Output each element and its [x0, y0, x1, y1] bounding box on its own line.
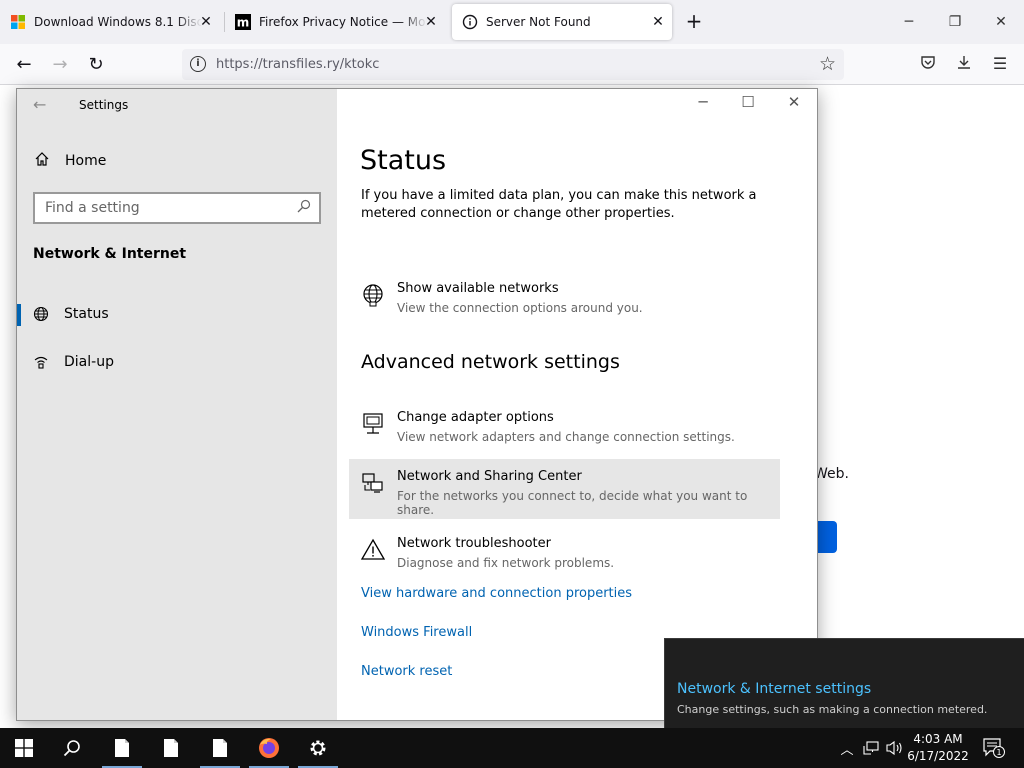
navigation-toolbar: ← → ↻ i https://transfiles.ry/ktokc ☆ ☰: [0, 44, 1024, 85]
forward-arrow-icon[interactable]: →: [49, 54, 71, 76]
close-icon[interactable]: ✕: [784, 93, 804, 111]
search-icon[interactable]: [297, 199, 311, 217]
network-sharing-center[interactable]: Network and Sharing Center For the netwo…: [349, 459, 780, 519]
row-title: Show available networks: [397, 281, 559, 296]
show-available-networks[interactable]: Show available networks View the connect…: [349, 271, 780, 331]
sidebar-item-status[interactable]: Status: [17, 294, 337, 334]
pocket-icon[interactable]: [918, 54, 938, 74]
settings-gear-icon[interactable]: [294, 728, 342, 768]
firefox-icon[interactable]: [245, 728, 293, 768]
clock-date: 6/17/2022: [907, 749, 969, 763]
bookmark-star-icon[interactable]: ☆: [819, 53, 836, 75]
settings-sidebar: ← Settings Home Find a setting Network &…: [17, 89, 337, 720]
tab-server-not-found[interactable]: Server Not Found ✕: [452, 4, 672, 40]
site-info-icon[interactable]: i: [190, 56, 206, 72]
back-arrow-icon[interactable]: ←: [33, 95, 46, 114]
tab-bar: Download Windows 8.1 Disc Image ✕ m Fire…: [0, 0, 1024, 44]
row-title: Network troubleshooter: [397, 536, 551, 551]
adapter-icon: [361, 412, 385, 436]
tab-close-icon[interactable]: ✕: [650, 14, 666, 30]
hamburger-menu-icon[interactable]: ☰: [990, 54, 1010, 74]
file-icon[interactable]: [147, 728, 195, 768]
tab-download-windows[interactable]: Download Windows 8.1 Disc Image ✕: [0, 0, 220, 44]
home-icon: [34, 151, 52, 171]
close-window-icon[interactable]: ✕: [991, 12, 1011, 32]
row-title: Network and Sharing Center: [397, 469, 582, 484]
row-title: Change adapter options: [397, 410, 554, 425]
minimize-icon[interactable]: ─: [899, 12, 919, 32]
globe-icon: [361, 283, 385, 307]
action-center-icon[interactable]: 1: [980, 728, 1008, 768]
settings-window: ← Settings Home Find a setting Network &…: [16, 88, 818, 721]
warning-icon: [360, 538, 386, 562]
reload-icon[interactable]: ↻: [85, 54, 107, 76]
url-bar[interactable]: i https://transfiles.ry/ktokc ☆: [182, 49, 844, 80]
home-nav[interactable]: Home: [34, 151, 106, 171]
sidebar-item-dial-up[interactable]: Dial-up: [17, 342, 337, 382]
settings-content: ─ ☐ ✕ Status If you have a limited data …: [337, 89, 817, 720]
maximize-icon[interactable]: ☐: [738, 93, 758, 111]
new-tab-icon[interactable]: +: [684, 11, 704, 32]
mozilla-m-icon: m: [235, 14, 251, 30]
toast-title[interactable]: Network & Internet settings: [677, 681, 871, 697]
page-text-fragment: Web.: [814, 466, 849, 482]
row-subtitle: For the networks you connect to, decide …: [397, 489, 748, 517]
advanced-heading: Advanced network settings: [361, 351, 620, 373]
restore-icon[interactable]: ❐: [945, 12, 965, 32]
search-icon[interactable]: [48, 728, 96, 768]
notification-count: 1: [996, 748, 1001, 757]
sharing-center-icon: [361, 471, 385, 495]
windows-firewall-link[interactable]: Windows Firewall: [361, 625, 472, 640]
hardware-properties-link[interactable]: View hardware and connection properties: [361, 586, 632, 601]
info-icon: [462, 14, 478, 30]
clock-time: 4:03 AM: [913, 732, 963, 746]
toast-subtitle: Change settings, such as making a connec…: [677, 703, 988, 716]
row-subtitle: View the connection options around you.: [397, 301, 643, 315]
window-title: Settings: [79, 98, 129, 112]
file-icon[interactable]: [196, 728, 244, 768]
system-clock[interactable]: 4:03 AM 6/17/2022: [906, 731, 970, 765]
dialup-icon: [33, 354, 49, 370]
section-heading: Network & Internet: [33, 246, 187, 262]
tab-close-icon[interactable]: ✕: [198, 14, 214, 30]
tab-title: Server Not Found: [486, 15, 591, 29]
tab-title: Firefox Privacy Notice — Mozilla: [259, 15, 427, 29]
network-troubleshooter[interactable]: Network troubleshooter Diagnose and fix …: [349, 526, 780, 586]
svg-text:m: m: [237, 16, 250, 30]
network-icon[interactable]: [860, 728, 882, 768]
url-text[interactable]: https://transfiles.ry/ktokc: [216, 57, 379, 72]
downloads-icon[interactable]: [954, 54, 974, 74]
row-subtitle: View network adapters and change connect…: [397, 430, 735, 444]
file-icon[interactable]: [98, 728, 146, 768]
globe-icon: [33, 306, 49, 322]
volume-icon[interactable]: [884, 728, 906, 768]
sidebar-item-label: Dial-up: [64, 354, 114, 370]
start-windows-icon[interactable]: [0, 728, 48, 768]
intro-text: If you have a limited data plan, you can…: [361, 188, 757, 221]
taskbar: ︿ 4:03 AM 6/17/2022 1: [0, 728, 1024, 768]
minimize-icon[interactable]: ─: [693, 93, 713, 111]
windows-logo-icon: [10, 14, 26, 30]
tab-title: Download Windows 8.1 Disc Image: [34, 15, 202, 29]
page-title: Status: [360, 145, 447, 176]
sidebar-item-label: Status: [64, 306, 109, 322]
row-subtitle: Diagnose and fix network problems.: [397, 556, 615, 570]
search-placeholder: Find a setting: [45, 200, 140, 216]
tab-close-icon[interactable]: ✕: [423, 14, 439, 30]
find-setting-input[interactable]: Find a setting: [33, 192, 321, 224]
chevron-up-icon[interactable]: ︿: [838, 728, 856, 768]
change-adapter-options[interactable]: Change adapter options View network adap…: [349, 400, 780, 460]
home-label: Home: [65, 153, 107, 169]
back-arrow-icon[interactable]: ←: [13, 54, 35, 76]
tab-firefox-privacy[interactable]: m Firefox Privacy Notice — Mozilla ✕: [225, 0, 445, 44]
network-reset-link[interactable]: Network reset: [361, 664, 452, 679]
notification-toast[interactable]: Network & Internet settings Change setti…: [664, 638, 1024, 728]
